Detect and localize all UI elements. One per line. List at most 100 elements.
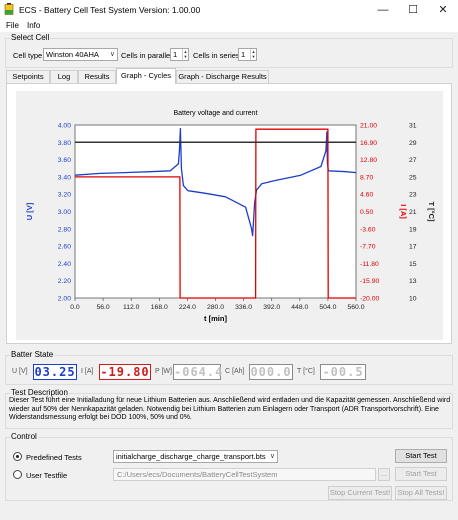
right1-axis-label: I [A] xyxy=(399,204,408,219)
x-tick-label: 112.0 xyxy=(123,304,140,311)
voltage-current-chart: Battery voltage and current 0.0 56.0 112.0 1… xyxy=(25,110,436,323)
x-axis-label: t [min] xyxy=(204,314,227,323)
tab-graph-cycles[interactable]: Graph - Cycles xyxy=(116,68,176,84)
right2-tick-label: 13 xyxy=(409,278,417,285)
right1-tick-label: 4.60 xyxy=(360,192,373,199)
spinner-arrows-icon[interactable]: ▲ ▼ xyxy=(250,49,256,60)
x-tick-label: 280.0 xyxy=(207,304,224,311)
plot-background xyxy=(74,124,357,299)
right1-tick-label: 21.00 xyxy=(360,123,377,130)
maximize-button[interactable]: ☐ xyxy=(398,0,428,20)
u-label: U [V] xyxy=(12,368,28,375)
chevron-down-icon: ∨ xyxy=(109,51,115,58)
predefined-tests-radio[interactable] xyxy=(13,452,22,461)
right2-tick-label: 19 xyxy=(409,226,417,233)
spinner-arrows-icon[interactable]: ▲ ▼ xyxy=(182,49,188,60)
t-label: T [°C] xyxy=(297,368,315,375)
tab-panel: Battery voltage and current 0.0 56.0 112.0 1… xyxy=(6,83,452,344)
x-tick-label: 56.0 xyxy=(96,304,109,311)
user-testfile-label: User Testfile xyxy=(26,471,68,480)
menu-file[interactable]: File xyxy=(6,21,19,30)
user-testfile-radio[interactable] xyxy=(13,470,22,479)
tab-setpoints[interactable]: Setpoints xyxy=(6,70,50,83)
browse-button[interactable]: ... xyxy=(378,468,390,481)
predefined-tests-label: Predefined Tests xyxy=(26,453,82,462)
x-tick-label: 504.0 xyxy=(319,304,336,311)
battery-app-icon xyxy=(4,3,14,15)
voltage-display: 03.25 xyxy=(33,364,77,380)
power-display: -064.4 xyxy=(173,364,224,380)
current-display: -19.80 xyxy=(99,364,151,380)
left-tick-label: 4.00 xyxy=(58,123,71,130)
title-bar: ECS - Battery Cell Test System Version: … xyxy=(0,0,458,20)
menu-info[interactable]: Info xyxy=(27,21,40,30)
x-tick-label: 560.0 xyxy=(347,304,364,311)
control-title: Control xyxy=(10,432,38,441)
left-tick-label: 3.40 xyxy=(58,174,71,181)
series-label: Cells in series xyxy=(193,51,240,60)
right2-tick-label: 25 xyxy=(409,174,417,181)
right2-tick-label: 29 xyxy=(409,140,417,147)
right1-tick-label: -11.80 xyxy=(360,261,379,268)
left-tick-label: 2.60 xyxy=(58,244,71,251)
tab-log[interactable]: Log xyxy=(50,70,78,83)
parallel-label: Cells in parallel xyxy=(121,51,172,60)
left-tick-label: 3.20 xyxy=(58,192,71,199)
x-tick-label: 448.0 xyxy=(291,304,308,311)
test-description-text: Dieser Test führt eine Initialladung für… xyxy=(9,397,451,421)
left-tick-label: 3.00 xyxy=(58,209,71,216)
right2-tick-label: 15 xyxy=(409,261,417,268)
right2-tick-label: 17 xyxy=(409,244,417,251)
right1-tick-label: 16.90 xyxy=(360,140,377,147)
cell-type-select[interactable]: Winston 40AHA ∨ xyxy=(43,48,118,61)
predefined-tests-select[interactable]: initialcharge_discharge_charge_transport… xyxy=(113,450,278,463)
right1-tick-label: 0.50 xyxy=(360,209,373,216)
cell-type-label: Cell type xyxy=(13,51,43,60)
x-tick-label: 336.0 xyxy=(235,304,252,311)
temperature-display: -00.5 xyxy=(320,364,366,380)
chevron-down-icon: ∨ xyxy=(269,453,275,460)
i-label: I [A] xyxy=(81,368,94,375)
right1-tick-label: -3.60 xyxy=(360,226,376,233)
right2-tick-label: 21 xyxy=(409,209,417,216)
predefined-tests-value: initialcharge_discharge_charge_transport… xyxy=(116,452,266,461)
user-testfile-path[interactable]: C:/Users/ecs/Documents/BatteryCellTestSy… xyxy=(113,468,376,481)
series-spinner[interactable]: 1 ▲ ▼ xyxy=(238,48,257,61)
cell-type-value: Winston 40AHA xyxy=(46,50,99,59)
left-tick-label: 2.80 xyxy=(58,226,71,233)
right1-tick-label: -20.00 xyxy=(360,296,379,303)
series-value: 1 xyxy=(241,50,246,59)
batter-state-title: Batter State xyxy=(10,350,55,359)
right2-tick-label: 10 xyxy=(409,296,417,303)
left-axis-label: U [V] xyxy=(25,202,34,220)
x-tick-label: 392.0 xyxy=(263,304,280,311)
right2-axis-label: T [°C] xyxy=(427,201,436,222)
left-tick-label: 3.60 xyxy=(58,157,71,164)
tab-graph-discharge[interactable]: Graph - Discharge Results xyxy=(176,70,269,83)
minimize-button[interactable]: — xyxy=(368,0,398,20)
right1-tick-label: 8.70 xyxy=(360,174,373,181)
start-test-button-2[interactable]: Start Test xyxy=(395,467,447,481)
stop-current-test-button[interactable]: Stop Current Test! xyxy=(328,486,392,500)
right2-tick-label: 27 xyxy=(409,157,417,164)
stop-all-tests-button[interactable]: Stop All Tests! xyxy=(395,486,447,500)
menu-bar: File Info xyxy=(0,20,458,32)
right1-tick-label: -7.70 xyxy=(360,244,376,251)
right2-tick-label: 31 xyxy=(409,123,417,130)
left-tick-label: 2.00 xyxy=(58,296,71,303)
test-description-title: Test Description xyxy=(10,388,69,397)
capacity-display: 000.0 xyxy=(249,364,293,380)
select-cell-title: Select Cell xyxy=(10,33,51,42)
right2-tick-label: 23 xyxy=(409,192,417,199)
right1-tick-label: -15.90 xyxy=(360,278,379,285)
left-tick-label: 2.40 xyxy=(58,261,71,268)
left-tick-label: 2.20 xyxy=(58,278,71,285)
x-tick-label: 224.0 xyxy=(179,304,196,311)
c-label: C [Ah] xyxy=(225,368,245,375)
left-tick-label: 3.80 xyxy=(58,140,71,147)
p-label: P [W] xyxy=(155,368,172,375)
tab-results[interactable]: Results xyxy=(78,70,116,83)
close-button[interactable]: ✕ xyxy=(428,0,458,20)
start-test-button[interactable]: Start Test xyxy=(395,449,447,463)
parallel-spinner[interactable]: 1 ▲ ▼ xyxy=(170,48,189,61)
